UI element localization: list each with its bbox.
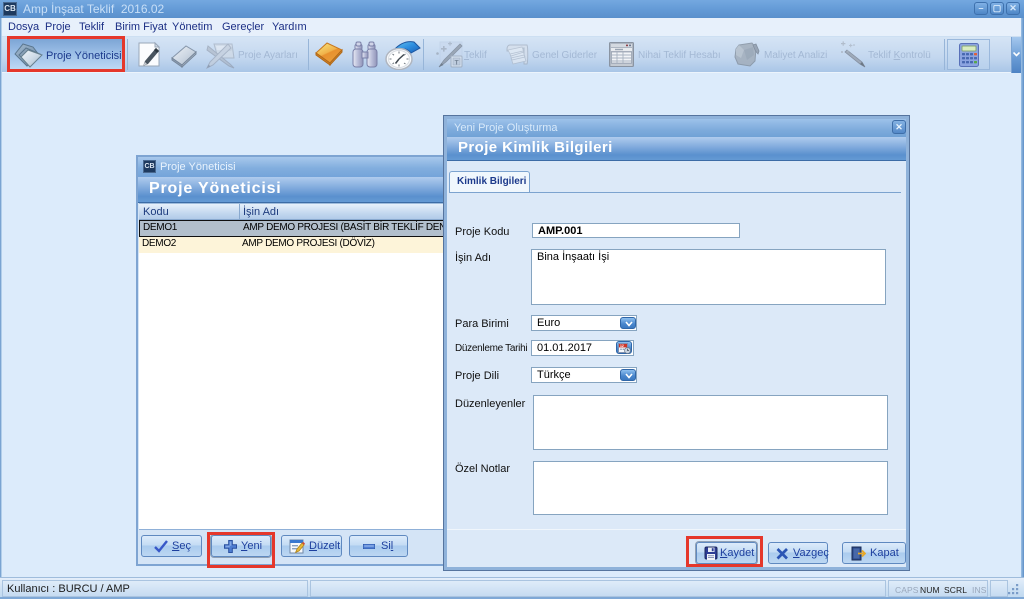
svg-text:12: 12 xyxy=(620,344,624,348)
svg-text:T: T xyxy=(455,60,459,67)
